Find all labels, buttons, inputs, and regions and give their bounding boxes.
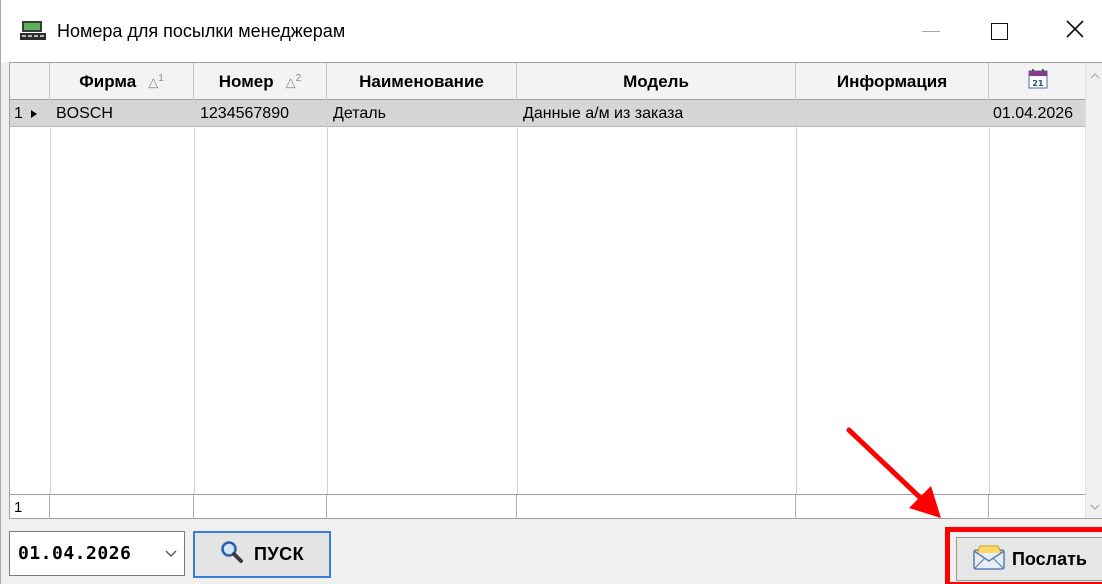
dialog-window: Номера для посылки менеджерам Фирма △1 Н… (0, 0, 1102, 584)
column-header-model[interactable]: Модель (517, 63, 796, 100)
close-icon (1066, 19, 1084, 43)
column-header-informaciya[interactable]: Информация (796, 63, 989, 100)
column-header-label: Наименование (359, 71, 484, 91)
sort-asc-icon: △1 (148, 72, 164, 90)
close-button[interactable] (1045, 0, 1102, 62)
cell-date[interactable]: 01.04.2026 (989, 100, 1087, 127)
scroll-up-icon[interactable] (1086, 67, 1102, 84)
cell-naimenovanie[interactable]: Деталь (327, 100, 517, 127)
cell-nomer[interactable]: 1234567890 (194, 100, 327, 127)
vertical-scrollbar[interactable] (1085, 63, 1102, 518)
current-row-icon (30, 109, 37, 118)
footer-cell (989, 495, 1087, 519)
date-combobox[interactable]: 01.04.2026 (9, 531, 185, 576)
column-header-nomer[interactable]: Номер △2 (194, 63, 327, 100)
column-divider (194, 100, 195, 494)
column-header-naimenovanie[interactable]: Наименование (327, 63, 517, 100)
column-header-date[interactable]: 21 (989, 63, 1087, 100)
magnifier-icon (220, 540, 244, 569)
date-value: 01.04.2026 (18, 543, 132, 564)
minimize-icon (922, 30, 940, 32)
column-header-label: Информация (836, 71, 948, 91)
cell-model[interactable]: Данные а/м из заказа (517, 100, 796, 127)
footer-cell (517, 495, 796, 519)
title-bar: Номера для посылки менеджерам (1, 0, 1102, 62)
column-divider (796, 100, 797, 494)
footer-cell (327, 495, 517, 519)
column-divider (50, 100, 51, 494)
row-indicator-header (10, 63, 50, 100)
grid-header: Фирма △1 Номер △2 Наименование Модель Ин… (10, 63, 1087, 100)
start-button-label: ПУСК (253, 544, 305, 564)
highlight-box (945, 527, 1102, 584)
window-title: Номера для посылки менеджерам (57, 21, 346, 41)
row-indicator: 1 (10, 100, 50, 127)
start-button[interactable]: ПУСК (193, 531, 331, 578)
maximize-button[interactable] (969, 0, 1029, 62)
record-count: 1 (10, 495, 50, 519)
terminal-icon (19, 20, 47, 42)
row-number: 1 (14, 104, 23, 122)
svg-text:21: 21 (1032, 79, 1044, 88)
footer-cell (50, 495, 194, 519)
column-divider (327, 100, 328, 494)
chevron-down-icon[interactable] (158, 532, 184, 575)
cell-informaciya[interactable] (796, 100, 989, 127)
calendar-icon: 21 (1028, 69, 1048, 94)
footer-cell (194, 495, 327, 519)
maximize-icon (990, 22, 1008, 40)
column-header-label: Номер (218, 71, 274, 91)
column-header-label: Модель (623, 71, 689, 91)
annotation-arrow (846, 427, 941, 518)
minimize-button[interactable] (901, 0, 961, 62)
column-divider (989, 100, 990, 494)
table-row[interactable]: 1 BOSCH 1234567890 Деталь Данные а/м из … (10, 100, 1087, 127)
scroll-down-icon[interactable] (1086, 499, 1102, 516)
column-header-label: Фирма (79, 71, 137, 91)
cell-firma[interactable]: BOSCH (50, 100, 194, 127)
column-divider (517, 100, 518, 494)
column-header-firma[interactable]: Фирма △1 (50, 63, 194, 100)
sort-asc-icon: △2 (285, 72, 302, 90)
